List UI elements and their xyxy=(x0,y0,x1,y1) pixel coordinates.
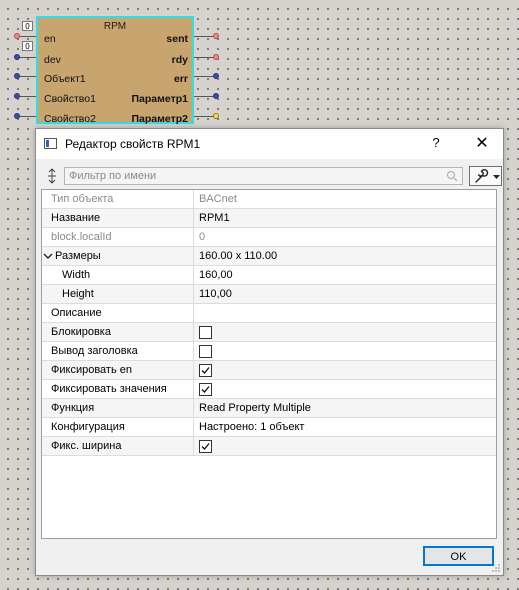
property-name: Height xyxy=(42,285,194,303)
property-value[interactable]: 160,00 xyxy=(199,266,233,284)
close-button[interactable]: ✕ xyxy=(473,133,491,153)
property-row[interactable]: Функция Read Property Multiple xyxy=(42,399,496,418)
dialog-title: Редактор свойств RPM1 xyxy=(65,137,201,151)
en-value-box[interactable]: 0 xyxy=(22,21,33,31)
output-port-rdy[interactable] xyxy=(213,54,219,60)
lock-checkbox[interactable] xyxy=(199,326,212,339)
input-dev-label: dev xyxy=(44,54,61,66)
input-port-property1[interactable] xyxy=(14,93,20,99)
ok-button[interactable]: OK xyxy=(423,546,494,566)
wire-object1 xyxy=(18,76,36,77)
property-editor-dialog: Редактор свойств RPM1 ? ✕ Тип объекта xyxy=(35,128,504,576)
output-param1-label: Параметр1 xyxy=(131,93,188,105)
property-row[interactable]: Описание xyxy=(42,304,496,323)
checkmark-icon xyxy=(201,443,210,450)
property-row[interactable]: Фикс. ширина xyxy=(42,437,496,456)
property-row[interactable]: Вывод заголовка xyxy=(42,342,496,361)
input-property1-label: Свойство1 xyxy=(44,93,96,105)
property-name: Фиксировать значения xyxy=(42,380,194,398)
fixed-width-checkbox[interactable] xyxy=(199,440,212,453)
property-name: Размеры xyxy=(42,247,194,265)
wire-param1 xyxy=(194,96,214,97)
wire-dev xyxy=(18,57,36,58)
rpm-block[interactable]: RPM en dev Объект1 Свойство1 Свойство2 s… xyxy=(36,16,194,125)
property-grid: Тип объекта BACnet Название RPM1 block.l… xyxy=(41,189,497,539)
property-value[interactable]: Настроено: 1 объект xyxy=(199,418,304,436)
input-port-dev[interactable] xyxy=(14,54,20,60)
output-err-label: err xyxy=(173,73,188,85)
property-value[interactable]: 110,00 xyxy=(199,285,232,303)
property-value[interactable]: RPM1 xyxy=(199,209,230,227)
search-icon xyxy=(447,171,458,182)
input-property2-label: Свойство2 xyxy=(44,113,96,125)
output-rdy-label: rdy xyxy=(171,54,188,66)
checkmark-icon xyxy=(201,386,210,393)
chevron-down-icon xyxy=(493,175,500,179)
property-name: Фикс. ширина xyxy=(42,437,194,455)
property-name: Тип объекта xyxy=(42,190,194,208)
property-value: BACnet xyxy=(199,193,237,205)
property-row[interactable]: Тип объекта BACnet xyxy=(42,190,496,209)
output-port-param1[interactable] xyxy=(213,93,219,99)
window-icon xyxy=(44,138,57,149)
property-name: Блокировка xyxy=(42,323,194,341)
property-row[interactable]: Фиксировать en xyxy=(42,361,496,380)
property-row[interactable]: Название RPM1 xyxy=(42,209,496,228)
property-name: Вывод заголовка xyxy=(42,342,194,360)
output-port-sent[interactable] xyxy=(213,33,219,39)
input-port-object1[interactable] xyxy=(14,73,20,79)
property-name: Название xyxy=(42,209,194,227)
property-value: 160.00 x 110.00 xyxy=(199,250,278,262)
property-row[interactable]: Height 110,00 xyxy=(42,285,496,304)
checkmark-icon xyxy=(201,367,210,374)
filter-input[interactable] xyxy=(64,167,463,185)
property-name: Конфигурация xyxy=(42,418,194,436)
property-name: Фиксировать en xyxy=(42,361,194,379)
fix-en-checkbox[interactable] xyxy=(199,364,212,377)
property-name: block.localId xyxy=(42,228,194,246)
property-row[interactable]: Размеры 160.00 x 110.00 xyxy=(42,247,496,266)
output-port-param2[interactable] xyxy=(213,113,219,119)
dialog-titlebar[interactable]: Редактор свойств RPM1 ? ✕ xyxy=(36,129,503,159)
output-param2-label: Параметр2 xyxy=(131,113,188,125)
input-port-property2[interactable] xyxy=(14,113,20,119)
input-port-en[interactable] xyxy=(14,33,20,39)
wire-en xyxy=(18,36,36,37)
input-en-label: en xyxy=(44,33,56,45)
wire-property2 xyxy=(18,116,36,117)
property-row[interactable]: Фиксировать значения xyxy=(42,380,496,399)
dev-value-box[interactable]: 0 xyxy=(22,41,33,51)
property-name: Функция xyxy=(42,399,194,417)
output-port-err[interactable] xyxy=(213,73,219,79)
property-row[interactable]: Конфигурация Настроено: 1 объект xyxy=(42,418,496,437)
wire-err xyxy=(194,76,214,77)
wrench-icon xyxy=(475,169,489,183)
input-object1-label: Объект1 xyxy=(44,73,86,85)
property-name: Описание xyxy=(42,304,194,322)
wire-sent xyxy=(194,36,214,37)
settings-menu-button[interactable] xyxy=(469,166,502,186)
property-row[interactable]: Блокировка xyxy=(42,323,496,342)
property-name: Width xyxy=(42,266,194,284)
show-title-checkbox[interactable] xyxy=(199,345,212,358)
wire-param2 xyxy=(194,116,214,117)
wire-rdy xyxy=(194,57,214,58)
sort-icon[interactable] xyxy=(46,168,58,184)
property-row[interactable]: block.localId 0 xyxy=(42,228,496,247)
filter-toolbar xyxy=(44,166,502,186)
output-sent-label: sent xyxy=(166,33,188,45)
resize-grip-icon[interactable] xyxy=(491,563,501,573)
property-value: 0 xyxy=(199,231,206,243)
property-row[interactable]: Width 160,00 xyxy=(42,266,496,285)
wire-property1 xyxy=(18,96,36,97)
fix-values-checkbox[interactable] xyxy=(199,383,212,396)
help-button[interactable]: ? xyxy=(429,135,443,150)
block-title: RPM xyxy=(103,21,127,32)
property-value[interactable]: Read Property Multiple xyxy=(199,399,311,417)
